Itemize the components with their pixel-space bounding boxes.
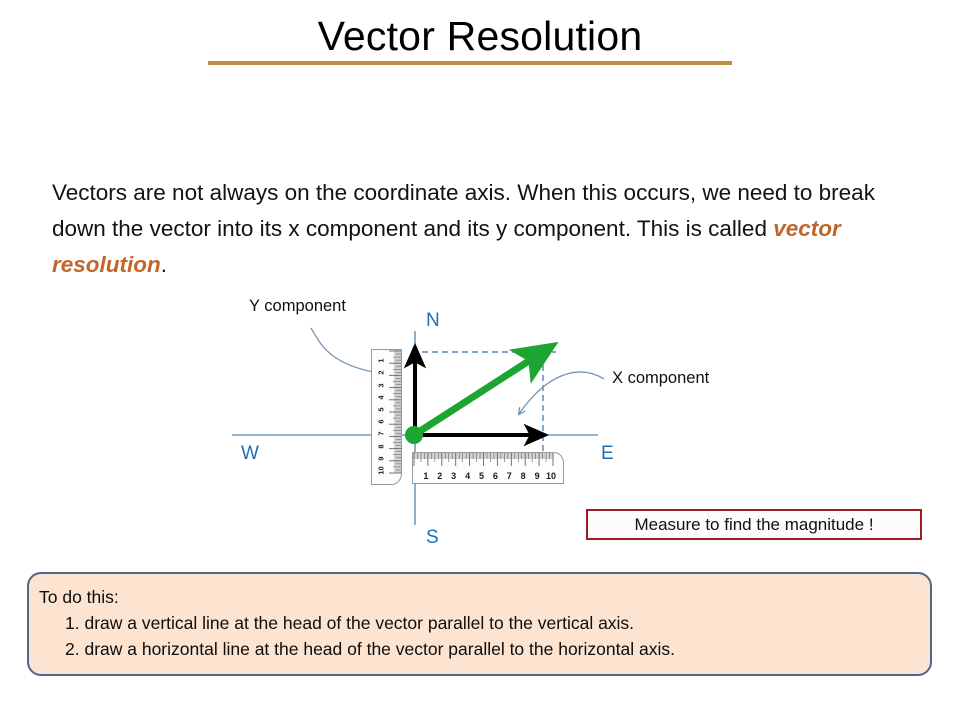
ruler-horizontal-tick-label: 3 [451, 471, 457, 481]
body-text-part1: Vectors are not always on the coordinate… [52, 179, 875, 241]
ruler-horizontal-tick-label: 7 [506, 471, 512, 481]
ruler-vertical-tick-label: 6 [376, 419, 386, 424]
title-underline-rule [208, 61, 732, 65]
ruler-horizontal-tick-label: 5 [478, 471, 484, 481]
ruler-vertical-tick-label: 9 [376, 456, 386, 461]
label-y-component: Y component [249, 297, 346, 315]
ruler-horizontal: 1 2 3 4 5 6 7 8 9 10 [412, 452, 564, 486]
ruler-vertical-tick-label: 10 [376, 466, 386, 475]
ruler-horizontal-tick-label: 4 [465, 471, 471, 481]
compass-label-west: W [241, 443, 259, 464]
instructions-box: To do this: 1. draw a vertical line at t… [27, 572, 932, 676]
compass-label-north: N [426, 310, 440, 331]
measure-magnitude-text: Measure to find the magnitude ! [634, 514, 874, 534]
resultant-vector-arrow [412, 341, 559, 438]
ruler-vertical-tick-label: 5 [376, 407, 386, 412]
ruler-horizontal-tick-label: 1 [423, 471, 429, 481]
compass-label-south: S [426, 527, 439, 548]
measure-magnitude-callout-box: Measure to find the magnitude ! [586, 509, 922, 540]
ruler-horizontal-tick-label: 6 [492, 471, 498, 481]
ruler-vertical-tick-label: 7 [376, 431, 386, 436]
label-x-component: X component [612, 369, 710, 387]
ruler-vertical: 1 2 3 4 5 6 7 8 9 10 [371, 349, 402, 485]
page-title: Vector Resolution [317, 13, 643, 59]
ruler-horizontal-tick-label: 9 [534, 471, 540, 481]
ruler-horizontal-tick-label: 2 [437, 471, 443, 481]
ruler-vertical-tick-label: 4 [376, 395, 386, 400]
ruler-vertical-tick-label: 8 [376, 444, 386, 449]
x-component-callout-arrow [517, 371, 605, 416]
ruler-vertical-tick-label: 2 [376, 370, 386, 375]
instructions-step-1: 1. draw a vertical line at the head of t… [65, 613, 635, 633]
vector-origin-dot [405, 426, 423, 444]
ruler-horizontal-tick-label: 10 [545, 471, 556, 481]
instructions-heading: To do this: [39, 587, 119, 607]
ruler-vertical-tick-label: 1 [376, 358, 386, 363]
body-text-part2: . [160, 251, 168, 277]
compass-label-east: E [601, 443, 614, 464]
instructions-step-2: 2. draw a horizontal line at the head of… [65, 639, 675, 659]
ruler-horizontal-tick-label: 8 [520, 471, 526, 481]
ruler-vertical-tick-label: 3 [376, 383, 386, 388]
body-paragraph: Vectors are not always on the coordinate… [52, 175, 932, 283]
